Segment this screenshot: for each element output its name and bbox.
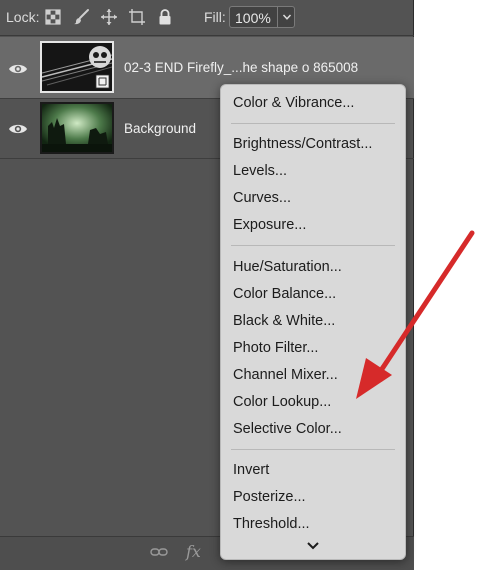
eye-icon[interactable] — [8, 62, 28, 76]
menu-item-photo-filter[interactable]: Photo Filter... — [233, 340, 318, 356]
annotation-arrow-icon — [356, 230, 475, 399]
menu-separator — [231, 449, 395, 450]
chevron-down-icon[interactable] — [305, 540, 321, 552]
lock-transparent-pixels-icon[interactable] — [44, 8, 62, 26]
fx-layer-style-button[interactable]: fx — [186, 542, 201, 561]
menu-item-posterize[interactable]: Posterize... — [233, 489, 306, 505]
menu-item-curves[interactable]: Curves... — [233, 190, 291, 206]
fill-value[interactable]: 100% — [235, 10, 271, 26]
layer-name[interactable]: 02-3 END Firefly_...he shape o 865008 — [124, 60, 358, 75]
firefly-thumbnail-image — [42, 43, 112, 91]
menu-item-black-white[interactable]: Black & White... — [233, 313, 335, 329]
menu-separator — [231, 123, 395, 124]
menu-item-brightness-contrast[interactable]: Brightness/Contrast... — [233, 136, 372, 152]
layer-thumbnail[interactable] — [40, 41, 114, 93]
lock-toolbar: Lock: Fill: 100% — [0, 0, 414, 36]
layer-thumbnail[interactable] — [40, 102, 114, 154]
fill-label: Fill: — [204, 9, 226, 25]
menu-item-hue-saturation[interactable]: Hue/Saturation... — [233, 259, 342, 275]
lock-label: Lock: — [6, 9, 40, 25]
lock-image-pixels-brush-icon[interactable] — [72, 8, 90, 26]
menu-item-levels[interactable]: Levels... — [233, 163, 287, 179]
menu-item-color-vibrance[interactable]: Color & Vibrance... — [233, 95, 354, 111]
lock-artboard-nesting-icon[interactable] — [128, 8, 146, 26]
fill-input[interactable]: 100% — [229, 6, 295, 28]
lock-all-padlock-icon[interactable] — [156, 8, 174, 26]
background-thumbnail-image — [42, 104, 112, 152]
chevron-down-icon[interactable] — [277, 7, 296, 27]
menu-item-color-balance[interactable]: Color Balance... — [233, 286, 336, 302]
link-layers-icon[interactable] — [150, 545, 168, 561]
menu-item-color-lookup[interactable]: Color Lookup... — [233, 394, 331, 410]
menu-item-selective-color[interactable]: Selective Color... — [233, 421, 342, 437]
menu-item-invert[interactable]: Invert — [233, 462, 269, 478]
lock-position-move-icon[interactable] — [100, 8, 118, 26]
layer-name[interactable]: Background — [124, 121, 196, 136]
menu-item-exposure[interactable]: Exposure... — [233, 217, 306, 233]
eye-icon[interactable] — [8, 122, 28, 136]
menu-item-threshold[interactable]: Threshold... — [233, 516, 310, 532]
menu-item-channel-mixer[interactable]: Channel Mixer... — [233, 367, 338, 383]
